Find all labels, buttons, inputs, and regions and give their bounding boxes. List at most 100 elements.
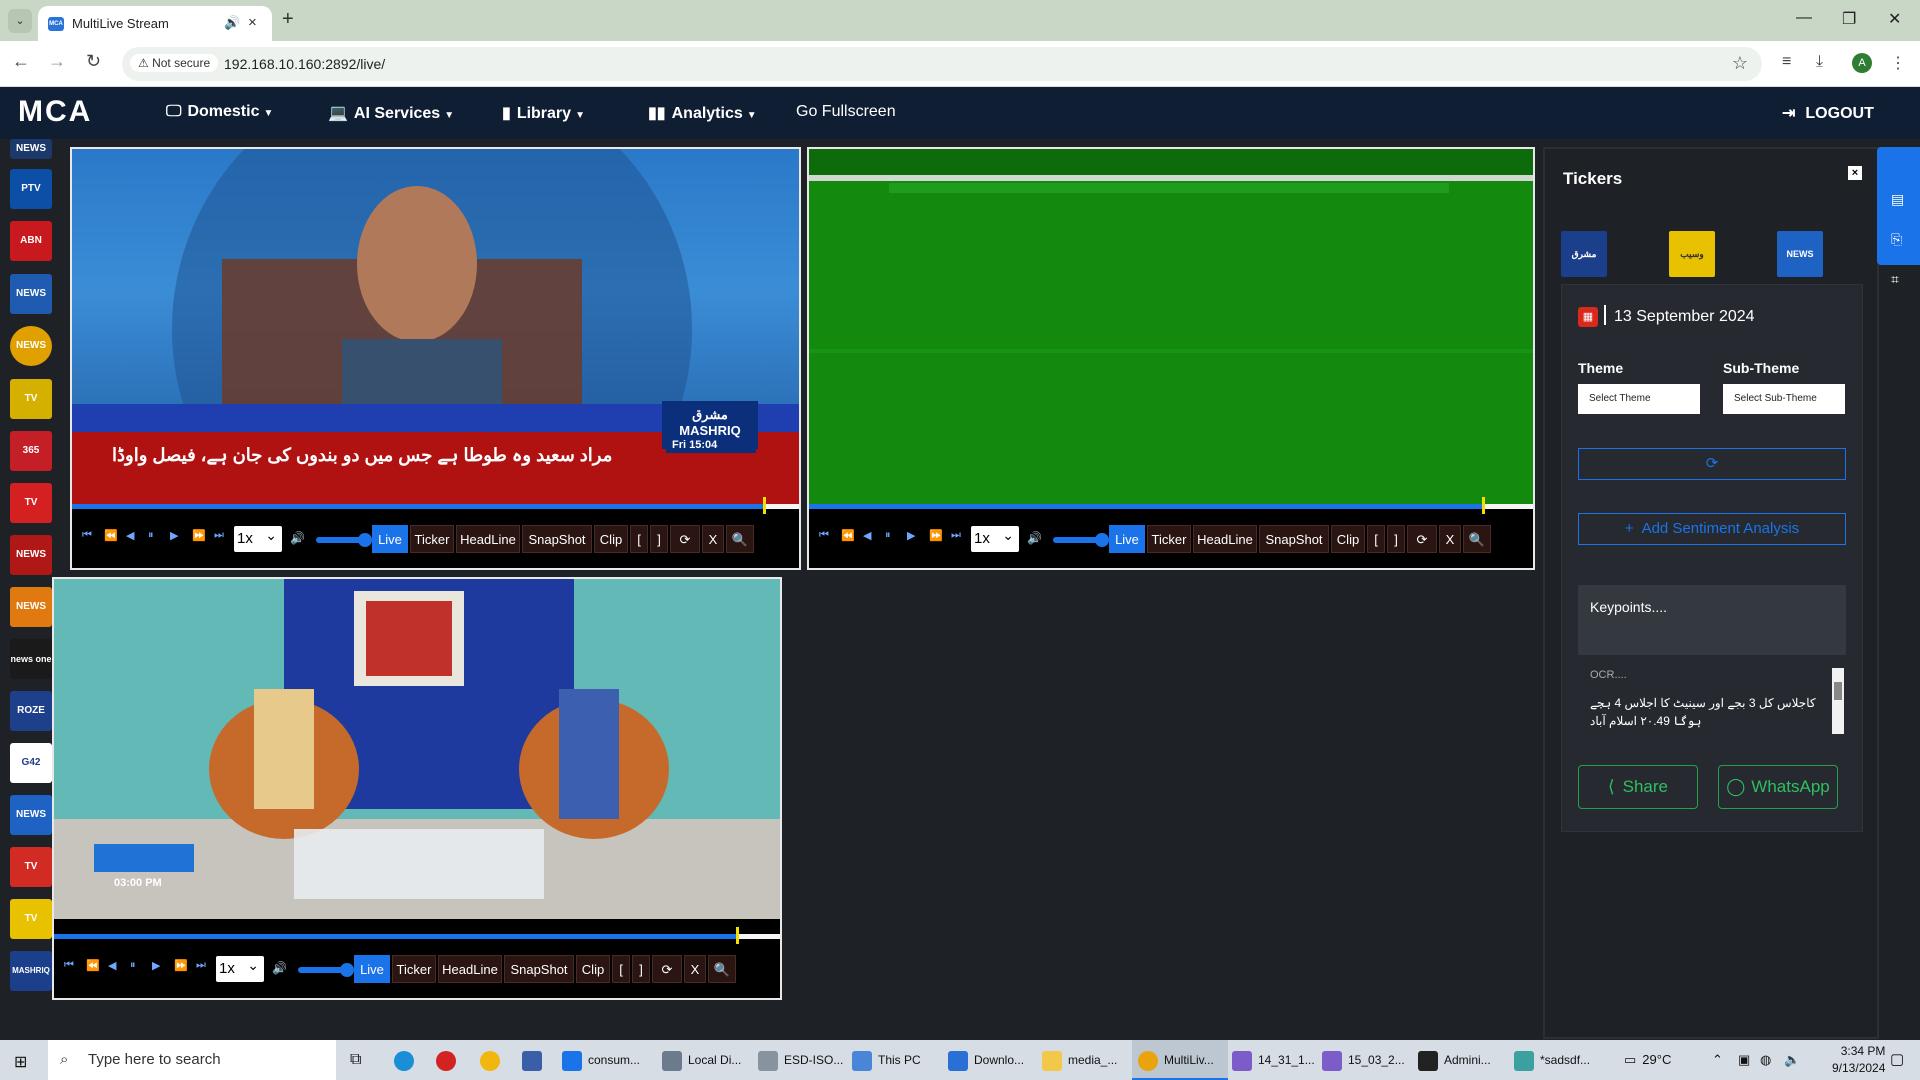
taskbar-clock[interactable]: 3:34 PM 9/13/2024	[1832, 1043, 1885, 1077]
step-back-icon[interactable]: ◀	[126, 529, 134, 542]
clipboard-icon[interactable]: ▤	[1891, 191, 1904, 208]
refresh-button[interactable]: ⟳	[1407, 525, 1437, 553]
omnibox[interactable]: ⚠ Not secure 192.168.10.160:2892/live/ ☆	[122, 47, 1762, 81]
nav-go-fullscreen[interactable]: Go Fullscreen	[796, 103, 896, 121]
volume-slider[interactable]	[316, 533, 372, 547]
channel-logo[interactable]: G42	[10, 743, 52, 783]
taskbar-app[interactable]: 14_31_1...	[1232, 1040, 1315, 1080]
mark-out-button[interactable]: ]	[1387, 525, 1405, 553]
kebab-menu-icon[interactable]: ⋮	[1890, 53, 1906, 73]
clip-button[interactable]: Clip	[594, 525, 628, 553]
pause-icon[interactable]: ⏸	[130, 959, 136, 972]
channel-logo[interactable]: ROZE	[10, 691, 52, 731]
channel-logo[interactable]: TV	[10, 379, 52, 419]
channel-logo[interactable]: NEWS	[10, 139, 52, 159]
network-icon[interactable]: ◍	[1760, 1040, 1771, 1080]
video-player-2[interactable]: ⏮ ⏪ ◀ ⏸ ▶ ⏩ ⏭ 1x 🔊 Live Ticker HeadLine …	[807, 147, 1535, 570]
theme-select[interactable]: Select Theme	[1578, 384, 1700, 414]
taskbar-search[interactable]: ⌕ Type here to search	[48, 1040, 336, 1080]
headline-button[interactable]: HeadLine	[438, 955, 502, 983]
channel-logo[interactable]: 365	[10, 431, 52, 471]
mark-out-button[interactable]: ]	[650, 525, 668, 553]
channel-logo[interactable]: ABN NEWS	[10, 221, 52, 261]
ticker-button[interactable]: Ticker	[410, 525, 454, 553]
url-text[interactable]: 192.168.10.160:2892/live/	[224, 56, 385, 72]
refresh-button[interactable]: ⟳	[652, 955, 682, 983]
mark-in-button[interactable]: [	[630, 525, 648, 553]
video-frame[interactable]	[809, 149, 1533, 504]
bookmark-star-icon[interactable]: ☆	[1732, 53, 1748, 74]
chrome-icon[interactable]	[480, 1040, 506, 1080]
subtheme-select[interactable]: Select Sub-Theme	[1723, 384, 1845, 414]
snapshot-button[interactable]: SnapShot	[504, 955, 574, 983]
snapshot-button[interactable]: SnapShot	[1259, 525, 1329, 553]
volume-icon[interactable]: 🔊	[1027, 531, 1042, 545]
browser-tab[interactable]: MCA MultiLive Stream 🔊 ×	[38, 6, 272, 41]
step-back-icon[interactable]: ◀	[108, 959, 116, 972]
keypoints-box[interactable]: Keypoints....	[1578, 585, 1846, 655]
search-button[interactable]: 🔍	[708, 955, 736, 983]
skip-end-icon[interactable]: ⏭	[214, 529, 224, 542]
reload-icon[interactable]: ↻	[86, 51, 101, 72]
close-player-button[interactable]: X	[702, 525, 724, 553]
download-icon[interactable]: ⤓	[1816, 53, 1823, 71]
skip-end-icon[interactable]: ⏭	[951, 529, 961, 542]
headline-button[interactable]: HeadLine	[456, 525, 520, 553]
whatsapp-button[interactable]: ◯ WhatsApp	[1718, 765, 1838, 809]
restore-icon[interactable]: ❐	[1842, 9, 1856, 29]
live-button[interactable]: Live	[372, 525, 408, 553]
channel-logo[interactable]: PTV world	[10, 169, 52, 209]
volume-tray-icon[interactable]: 🔈	[1784, 1040, 1800, 1080]
weather-widget[interactable]: ▭ 29°C	[1624, 1040, 1671, 1080]
camera-icon[interactable]: ▣	[1738, 1040, 1750, 1080]
ticker-channel-logo[interactable]: مشرق MASHRIQ	[1561, 231, 1607, 277]
edge-icon[interactable]	[394, 1040, 420, 1080]
taskbar-app[interactable]: *sadsdf...	[1514, 1040, 1590, 1080]
play-icon[interactable]: ▶	[152, 959, 160, 972]
nav-library[interactable]: ▮ Library ▼	[502, 103, 585, 123]
nav-ai-services[interactable]: 💻 AI Services ▼	[328, 103, 454, 123]
pause-icon[interactable]: ⏸	[148, 529, 154, 542]
nav-analytics[interactable]: ▮▮ Analytics ▼	[648, 103, 757, 123]
add-sentiment-button[interactable]: + Add Sentiment Analysis	[1578, 513, 1846, 545]
clip-button[interactable]: Clip	[576, 955, 610, 983]
pause-icon[interactable]: ⏸	[885, 529, 891, 542]
rewind-icon[interactable]: ⏪	[104, 529, 118, 542]
live-button[interactable]: Live	[354, 955, 390, 983]
tray-chevron-icon[interactable]: ⌃	[1712, 1040, 1723, 1080]
fast-forward-icon[interactable]: ⏩	[192, 529, 206, 542]
speed-select[interactable]: 1x	[971, 522, 1019, 552]
taskbar-app[interactable]: ESD-ISO...	[758, 1040, 843, 1080]
channel-logo[interactable]: NEWS	[10, 587, 52, 627]
panel-close-button[interactable]: ×	[1848, 166, 1862, 180]
speed-select[interactable]: 1x	[216, 952, 264, 982]
skip-start-icon[interactable]: ⏮	[819, 529, 829, 542]
volume-icon[interactable]: 🔊	[272, 961, 287, 975]
step-back-icon[interactable]: ◀	[863, 529, 871, 542]
taskbar-app[interactable]: media_...	[1042, 1040, 1117, 1080]
crop-icon[interactable]: ⌗	[1891, 271, 1899, 288]
fast-forward-icon[interactable]: ⏩	[174, 959, 188, 972]
ocr-box[interactable]: OCR.... کاجلاس کل 3 بجے اور سینیٹ کا اجل…	[1578, 666, 1846, 736]
play-icon[interactable]: ▶	[907, 529, 915, 542]
windows-start-icon[interactable]: ⊞	[14, 1052, 27, 1072]
mark-in-button[interactable]: [	[1367, 525, 1385, 553]
nav-domestic[interactable]: 🖵 Domestic ▼	[166, 103, 273, 121]
mark-out-button[interactable]: ]	[632, 955, 650, 983]
skip-start-icon[interactable]: ⏮	[82, 529, 92, 542]
video-player-3[interactable]: 03:00 PM ⏮ ⏪ ◀ ⏸ ▶ ⏩ ⏭ 1x 🔊 Live Ticker …	[52, 577, 782, 1000]
volume-icon[interactable]: 🔊	[290, 531, 305, 545]
video-player-1[interactable]: مراد سعید وہ طوطا ہے جس میں دو بندوں کی …	[70, 147, 801, 570]
channel-logo[interactable]: NEWS	[10, 535, 52, 575]
search-button[interactable]: 🔍	[1463, 525, 1491, 553]
record-icon[interactable]	[436, 1040, 462, 1080]
channel-logo[interactable]: TV	[10, 847, 52, 887]
share-button[interactable]: ⟨ Share	[1578, 765, 1698, 809]
attach-icon[interactable]: ⎘	[1891, 231, 1902, 248]
skip-start-icon[interactable]: ⏮	[64, 959, 74, 972]
taskbar-app[interactable]: 15_03_2...	[1322, 1040, 1405, 1080]
rewind-icon[interactable]: ⏪	[841, 529, 855, 542]
notification-icon[interactable]: ▢	[1890, 1040, 1904, 1080]
forward-icon[interactable]: →	[48, 51, 66, 72]
clip-button[interactable]: Clip	[1331, 525, 1365, 553]
